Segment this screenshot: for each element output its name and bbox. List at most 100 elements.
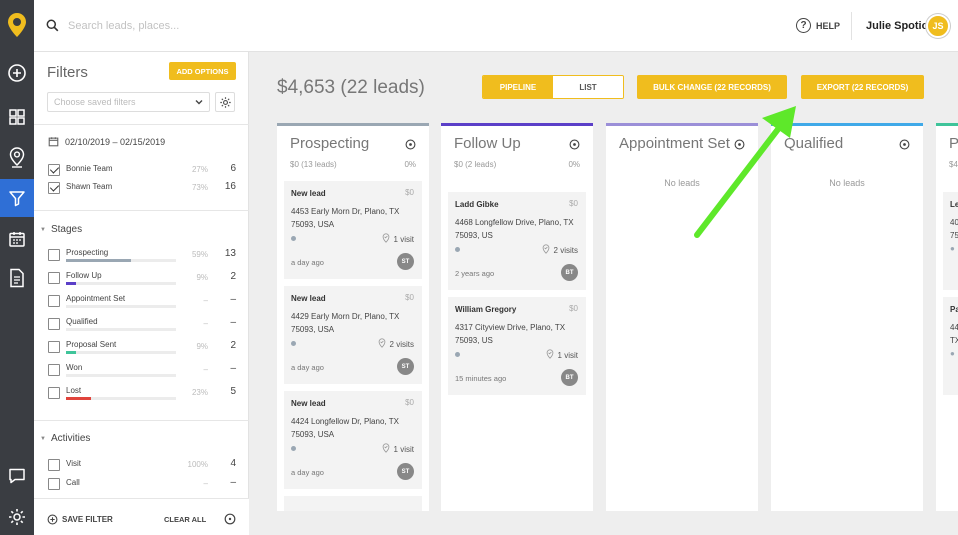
- lead-address: 4424 Longfellow Dr, Plano, TX 75093, USA: [291, 417, 399, 439]
- lead-card[interactable]: [284, 496, 422, 511]
- divider: [34, 210, 249, 211]
- spotio-logo-icon[interactable]: [0, 0, 34, 50]
- lead-visits: 1 visit: [381, 443, 414, 455]
- search-input[interactable]: [68, 16, 368, 36]
- bulk-change-button[interactable]: BULK CHANGE (22 RECORDS): [637, 75, 787, 99]
- team-checkbox[interactable]: [48, 164, 60, 176]
- caret-down-icon: ▼: [40, 226, 46, 233]
- add-lead-icon[interactable]: [734, 137, 745, 155]
- caret-down-icon: ▼: [40, 435, 46, 442]
- settings-gear-icon[interactable]: [0, 498, 34, 535]
- lead-card[interactable]: Ladd Gibke $0 4468 Longfellow Drive, Plano…: [448, 192, 586, 290]
- stage-checkbox[interactable]: [48, 295, 60, 307]
- status-dot: [455, 352, 460, 357]
- pipeline-column: Follow Up $0 (2 leads) 0% Ladd Gibke $0 4468 …: [441, 123, 593, 511]
- date-range-filter[interactable]: 02/10/2019 – 02/15/2019: [48, 136, 165, 147]
- stage-checkbox[interactable]: [48, 318, 60, 330]
- team-filter-row[interactable]: Bonnie Team 27% 6: [48, 162, 238, 180]
- lead-visits-text: 1 visit: [557, 350, 578, 360]
- lead-title: Pa: [950, 305, 958, 314]
- add-circle-icon[interactable]: [0, 54, 34, 92]
- stage-filter-row[interactable]: Qualified – –: [48, 316, 238, 334]
- stage-progress-bar: [66, 351, 176, 354]
- stage-filter-row[interactable]: Won – –: [48, 362, 238, 380]
- list-view-tab[interactable]: LIST: [553, 76, 623, 98]
- stage-checkbox[interactable]: [48, 387, 60, 399]
- clear-all-button[interactable]: CLEAR ALL: [164, 515, 206, 524]
- activity-filter-row[interactable]: Visit 100% 4: [48, 457, 238, 475]
- calendar-icon[interactable]: [0, 220, 34, 258]
- saved-filters-placeholder: Choose saved filters: [54, 97, 136, 107]
- lead-visits-text: 2 visits: [553, 245, 578, 255]
- stage-checkbox[interactable]: [48, 249, 60, 261]
- lead-time-ago: 2 years ago: [455, 269, 495, 278]
- saved-filters-settings-button[interactable]: [215, 92, 235, 112]
- lead-card[interactable]: New lead $0 4453 Early Morn Dr, Plano, TX …: [284, 181, 422, 279]
- stage-pct: 9%: [196, 342, 208, 351]
- stage-pct: 23%: [191, 388, 208, 397]
- stage-filter-row[interactable]: Proposal Sent 9% 2: [48, 339, 238, 357]
- user-name[interactable]: Julie Spotio: [866, 20, 928, 32]
- lead-title: New lead: [291, 294, 326, 303]
- lead-card[interactable]: Le 40 75 ●: [943, 192, 958, 290]
- visit-check-icon: [381, 443, 391, 455]
- visit-check-icon: [545, 349, 555, 361]
- stage-label: Appointment Set: [66, 294, 126, 303]
- dashboard-grid-icon[interactable]: [0, 98, 34, 136]
- top-bar: ? HELP Julie Spotio JS: [34, 0, 958, 52]
- add-options-button[interactable]: ADD OPTIONS: [169, 62, 236, 80]
- chat-icon[interactable]: [0, 457, 34, 495]
- team-checkbox[interactable]: [48, 182, 60, 194]
- lead-card[interactable]: Pa 44 TX ●: [943, 297, 958, 395]
- stage-checkbox[interactable]: [48, 341, 60, 353]
- visit-check-icon: [381, 233, 391, 245]
- stage-count: –: [230, 363, 236, 374]
- lead-title: Le: [950, 200, 958, 209]
- activities-title: Activities: [50, 433, 91, 444]
- export-button[interactable]: EXPORT (22 RECORDS): [801, 75, 924, 99]
- lead-card[interactable]: New lead $0 4429 Early Morn Dr, Plano, TX …: [284, 286, 422, 384]
- activity-checkbox[interactable]: [48, 459, 60, 471]
- column-summary: $4: [949, 160, 958, 169]
- user-avatar[interactable]: JS: [926, 14, 950, 38]
- help-link[interactable]: ? HELP: [796, 18, 840, 33]
- stage-progress-bar: [66, 282, 176, 285]
- stage-filter-row[interactable]: Prospecting 59% 13: [48, 247, 238, 265]
- saved-filters-select[interactable]: Choose saved filters: [47, 92, 210, 112]
- add-lead-icon[interactable]: [899, 137, 910, 155]
- activity-count: –: [230, 477, 236, 488]
- map-pin-icon[interactable]: [0, 138, 34, 176]
- filter-funnel-icon[interactable]: [0, 179, 34, 217]
- stage-filter-row[interactable]: Follow Up 9% 2: [48, 270, 238, 288]
- assignee-avatar: ST: [397, 253, 414, 270]
- team-filter-row[interactable]: Shawn Team 73% 16: [48, 180, 238, 198]
- add-filter-icon[interactable]: [224, 512, 236, 530]
- save-filter-label: SAVE FILTER: [62, 515, 113, 524]
- stage-filter-row[interactable]: Appointment Set – –: [48, 293, 238, 311]
- lead-card[interactable]: William Gregory $0 4317 Cityview Drive, Pl…: [448, 297, 586, 395]
- pipeline-view-tab[interactable]: PIPELINE: [483, 76, 553, 98]
- add-lead-icon[interactable]: [569, 137, 580, 155]
- stage-count: –: [230, 294, 236, 305]
- lead-card[interactable]: New lead $0 4424 Longfellow Dr, Plano, TX …: [284, 391, 422, 489]
- stage-progress-bar: [66, 259, 176, 262]
- column-color-bar: [771, 123, 923, 126]
- stage-filter-row[interactable]: Lost 23% 5: [48, 385, 238, 403]
- add-lead-icon[interactable]: [405, 137, 416, 155]
- stage-count: 5: [230, 386, 236, 397]
- activity-filter-row[interactable]: Call – –: [48, 476, 238, 494]
- pipeline-total: $4,653 (22 leads): [277, 77, 425, 98]
- column-pct: 0%: [568, 160, 580, 169]
- stage-checkbox[interactable]: [48, 364, 60, 376]
- stage-checkbox[interactable]: [48, 272, 60, 284]
- activities-section-toggle[interactable]: ▼ Activities: [40, 433, 90, 444]
- stages-section-toggle[interactable]: ▼ Stages: [40, 224, 82, 235]
- lead-address: 40 75 ●: [950, 216, 958, 255]
- activity-checkbox[interactable]: [48, 478, 60, 490]
- status-dot: [455, 247, 460, 252]
- stage-count: –: [230, 317, 236, 328]
- stage-label: Qualified: [66, 317, 98, 326]
- calendar-icon: [48, 137, 59, 147]
- save-filter-button[interactable]: SAVE FILTER: [47, 514, 113, 525]
- document-icon[interactable]: [0, 259, 34, 297]
